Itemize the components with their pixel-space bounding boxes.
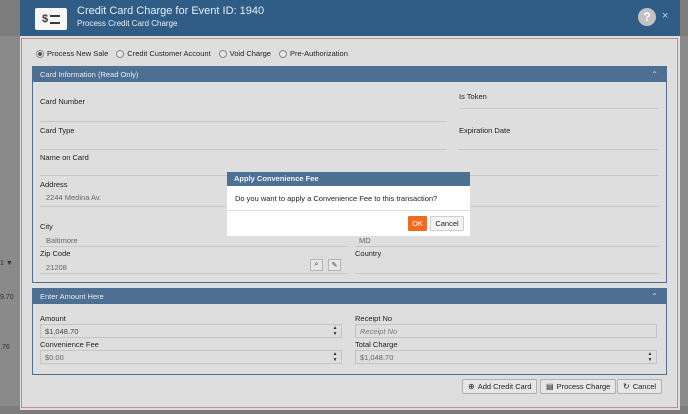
dialog-divider	[227, 210, 470, 211]
dialog-title: Apply Convenience Fee	[227, 172, 470, 186]
dialog-cancel-button[interactable]: Cancel	[430, 216, 464, 231]
ok-button[interactable]: OK	[408, 216, 427, 231]
apply-convenience-fee-dialog: Apply Convenience Fee Do you want to app…	[227, 172, 470, 236]
dialog-message: Do you want to apply a Convenience Fee t…	[235, 194, 438, 203]
